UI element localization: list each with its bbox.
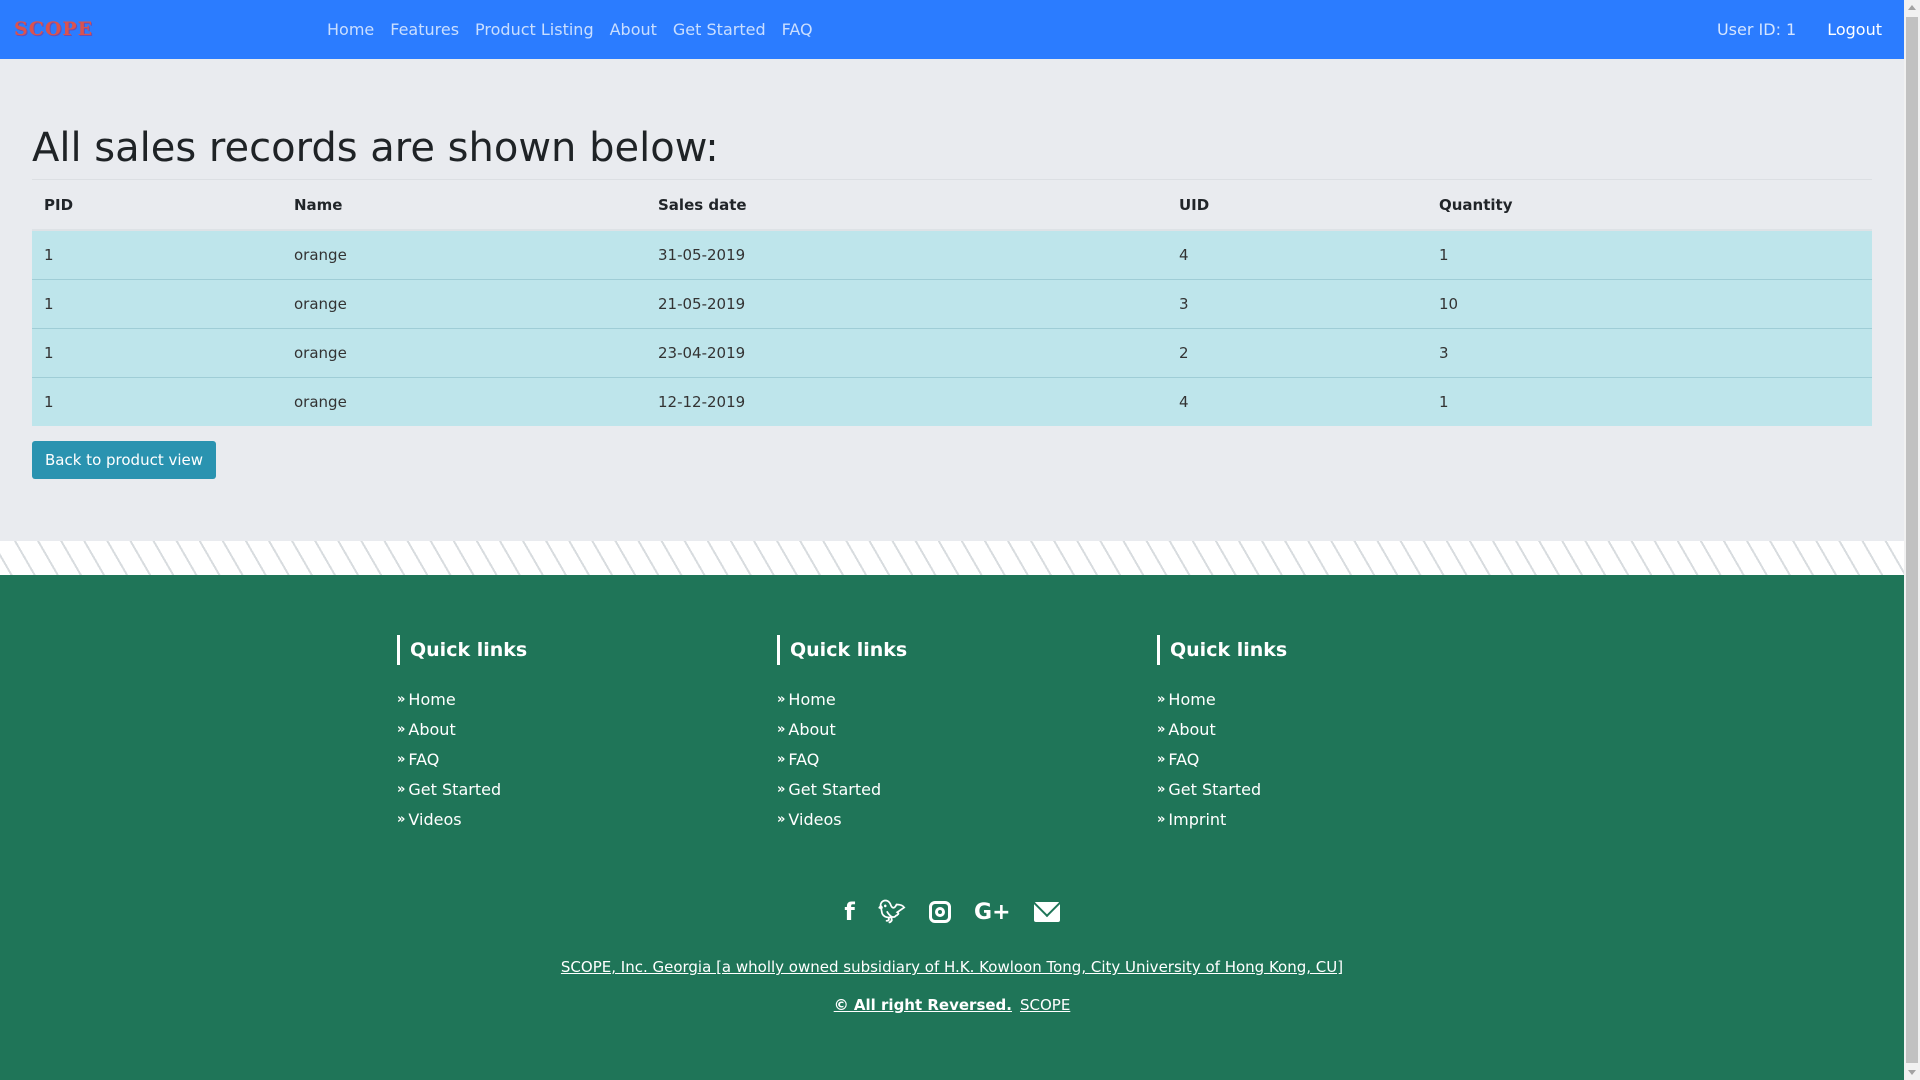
footer-link-get-started[interactable]: » Get Started — [1157, 775, 1487, 805]
footer-link-get-started[interactable]: » Get Started — [397, 775, 727, 805]
footer-column-2: Quick links » Home » About » FAQ » Get Start… — [777, 635, 1107, 835]
header-quantity: Quantity — [1427, 180, 1872, 231]
chevron-double-right-icon: » — [1157, 722, 1166, 737]
table-row: 1 orange 12-12-2019 4 1 — [32, 376, 1872, 426]
chevron-double-right-icon: » — [397, 722, 406, 737]
scrollbar-thumb[interactable] — [1906, 17, 1918, 1063]
twitter-icon[interactable]: 🐦︎ — [878, 900, 906, 925]
nav-link-get-started[interactable]: Get Started — [665, 0, 774, 59]
company-info-link[interactable]: SCOPE, Inc. Georgia [a wholly owned subs… — [0, 958, 1904, 976]
chevron-double-right-icon: » — [397, 752, 406, 767]
footer-link-faq[interactable]: » FAQ — [397, 745, 727, 775]
page: SCOPE Home Features Product Listing Abou… — [0, 0, 1904, 1080]
nav-link-features[interactable]: Features — [382, 0, 467, 59]
cell-pid: 1 — [32, 327, 282, 377]
footer-link-imprint[interactable]: » Imprint — [1157, 805, 1487, 835]
decorative-pattern-divider — [0, 541, 1904, 575]
copyright-scope-link[interactable]: SCOPE — [1020, 996, 1070, 1014]
chevron-double-right-icon: » — [777, 752, 786, 767]
user-id-label: User ID: 1 — [1716, 20, 1797, 39]
table-row: 1 orange 31-05-2019 4 1 — [32, 229, 1872, 279]
footer-link-home[interactable]: » Home — [1157, 685, 1487, 715]
footer-link-videos[interactable]: » Videos — [397, 805, 727, 835]
footer-column-3: Quick links » Home » About » FAQ » Get Start… — [1157, 635, 1487, 835]
footer-link-about[interactable]: » About — [777, 715, 1107, 745]
page-title: All sales records are shown below: — [32, 125, 1872, 180]
header-name: Name — [282, 180, 646, 231]
main-content: All sales records are shown below: PID N… — [32, 59, 1872, 479]
cell-name: orange — [282, 229, 646, 279]
footer-heading: Quick links — [397, 635, 727, 665]
chevron-double-right-icon: » — [777, 812, 786, 827]
chevron-double-right-icon: » — [397, 812, 406, 827]
sales-table: PID Name Sales date UID Quantity 1 orang… — [32, 180, 1872, 426]
header-uid: UID — [1167, 180, 1427, 231]
footer-link-videos[interactable]: » Videos — [777, 805, 1107, 835]
chevron-double-right-icon: » — [1157, 752, 1166, 767]
footer-link-home[interactable]: » Home — [777, 685, 1107, 715]
cell-pid: 1 — [32, 278, 282, 328]
google-plus-icon[interactable]: G+ — [974, 900, 1011, 925]
footer: Quick links » Home » About » FAQ » Get Start… — [0, 575, 1904, 1080]
social-icons: f 🐦︎ G+ — [0, 898, 1904, 926]
scroll-up-arrow-icon[interactable] — [1908, 5, 1916, 10]
table-header-row: PID Name Sales date UID Quantity — [32, 180, 1872, 231]
cell-pid: 1 — [32, 229, 282, 279]
envelope-icon[interactable] — [1033, 902, 1060, 922]
cell-uid: 4 — [1167, 376, 1427, 426]
chevron-double-right-icon: » — [397, 782, 406, 797]
table-row: 1 orange 23-04-2019 2 3 — [32, 327, 1872, 377]
footer-link-about[interactable]: » About — [397, 715, 727, 745]
cell-uid: 2 — [1167, 327, 1427, 377]
cell-sales-date: 21-05-2019 — [646, 278, 1167, 328]
chevron-double-right-icon: » — [777, 722, 786, 737]
vertical-scrollbar[interactable] — [1904, 0, 1920, 1080]
cell-quantity: 1 — [1427, 376, 1872, 426]
back-to-product-view-button[interactable]: Back to product view — [32, 441, 217, 479]
footer-column-1: Quick links » Home » About » FAQ » Get Start… — [397, 635, 727, 835]
footer-heading: Quick links — [777, 635, 1107, 665]
instagram-icon[interactable] — [928, 901, 951, 923]
header-sales-date: Sales date — [646, 180, 1167, 231]
cell-uid: 4 — [1167, 229, 1427, 279]
cell-quantity: 3 — [1427, 327, 1872, 377]
cell-quantity: 1 — [1427, 229, 1872, 279]
facebook-icon[interactable]: f — [844, 898, 854, 926]
cell-uid: 3 — [1167, 278, 1427, 328]
cell-name: orange — [282, 327, 646, 377]
footer-link-faq[interactable]: » FAQ — [1157, 745, 1487, 775]
chevron-double-right-icon: » — [1157, 812, 1166, 827]
chevron-double-right-icon: » — [397, 692, 406, 707]
footer-link-get-started[interactable]: » Get Started — [777, 775, 1107, 805]
brand-logo[interactable]: SCOPE — [14, 18, 93, 40]
logout-link[interactable]: Logout — [1827, 20, 1882, 39]
chevron-double-right-icon: » — [1157, 782, 1166, 797]
table-row: 1 orange 21-05-2019 3 10 — [32, 278, 1872, 328]
nav-right: User ID: 1 Logout — [1717, 0, 1882, 59]
nav-link-product-listing[interactable]: Product Listing — [467, 0, 602, 59]
cell-sales-date: 31-05-2019 — [646, 229, 1167, 279]
cell-name: orange — [282, 376, 646, 426]
nav-links: Home Features Product Listing About Get … — [319, 0, 821, 59]
cell-sales-date: 23-04-2019 — [646, 327, 1167, 377]
nav-link-home[interactable]: Home — [319, 0, 382, 59]
copyright-line: © All right Reversed. SCOPE — [0, 996, 1904, 1014]
header-pid: PID — [32, 180, 282, 231]
cell-quantity: 10 — [1427, 278, 1872, 328]
footer-link-faq[interactable]: » FAQ — [777, 745, 1107, 775]
cell-pid: 1 — [32, 376, 282, 426]
copyright-text[interactable]: © All right Reversed. — [834, 996, 1012, 1014]
chevron-double-right-icon: » — [777, 782, 786, 797]
nav-link-faq[interactable]: FAQ — [774, 0, 821, 59]
scroll-down-arrow-icon[interactable] — [1908, 1070, 1916, 1075]
chevron-double-right-icon: » — [777, 692, 786, 707]
footer-link-home[interactable]: » Home — [397, 685, 727, 715]
nav-link-about[interactable]: About — [602, 0, 665, 59]
cell-sales-date: 12-12-2019 — [646, 376, 1167, 426]
cell-name: orange — [282, 278, 646, 328]
footer-link-about[interactable]: » About — [1157, 715, 1487, 745]
footer-heading: Quick links — [1157, 635, 1487, 665]
chevron-double-right-icon: » — [1157, 692, 1166, 707]
navbar: SCOPE Home Features Product Listing Abou… — [0, 0, 1904, 59]
